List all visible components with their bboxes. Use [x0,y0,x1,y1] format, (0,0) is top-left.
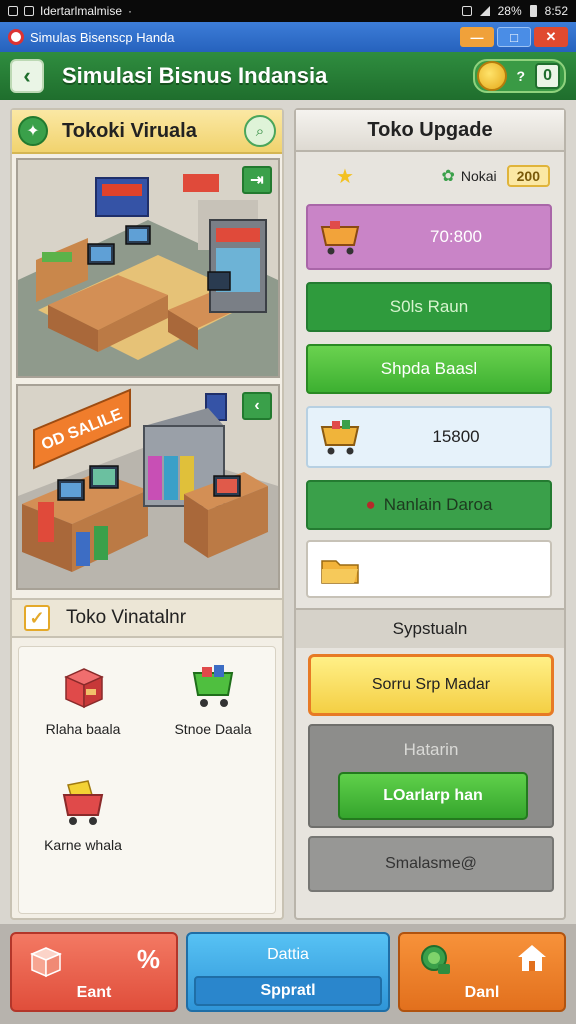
nav-button-right[interactable]: Danl [398,932,566,1012]
page-title: Simulasi Bisnus Indansia [62,63,328,88]
upgrade-row-label: Shpda Baasl [380,359,478,378]
secondary-button[interactable]: Smalasme@ [308,836,554,892]
coin-icon [476,61,507,91]
panel-action-button[interactable]: LOarlarp han [338,772,528,820]
basket-icon [62,780,104,825]
category-item[interactable]: Stnoe Daala [153,661,273,737]
status-left: Idertarlmalmise · [8,4,132,18]
nav-center-label: Sppratl [260,982,316,999]
upgrade-row-folder[interactable] [306,540,552,598]
grid-icon [24,6,34,16]
upgrade-row-value: 15800 [432,427,480,446]
signal-icon [479,6,490,16]
home-icon [518,945,546,971]
store-scene-1[interactable]: ⇥ [16,158,280,378]
disabled-panel: Hatarin LOarlarp han [308,724,554,828]
pin-icon: ● [365,495,376,514]
upgrade-row-label: S0ls Raun [389,297,469,316]
cart-icon [320,221,360,255]
search-icon[interactable]: ⌕ [244,115,276,147]
upgrade-row-button[interactable]: Shpda Baasl [306,344,552,394]
virtual-store-title: Tokoki Viruala [62,119,197,142]
status-dot: · [128,4,133,18]
battery-icon [529,5,537,17]
nav-button-left[interactable]: % Eant [10,932,178,1012]
battery-percent: 28% [497,4,522,18]
upgrade-row-text: Nanlain Daroa [383,495,493,514]
folder-icon [321,560,359,584]
status-right: 28% 8:52 [461,4,568,18]
box-icon [64,668,104,709]
window-controls: — □ ✕ [460,27,568,47]
stat-value: 200 [506,165,550,187]
notification-icon [8,6,18,16]
upgrade-store-title: Toko Upgade [296,110,564,152]
nav-left-label: Eant [76,984,112,1001]
virtual-store-panel: ✦ Tokoki Viruala ⌕ ⇥ OD SALILE ‹ ✓ Toko … [10,108,284,920]
close-button[interactable]: ✕ [534,27,568,47]
gem-icon: ✿ [441,168,455,185]
virtual-store-header: ✦ Tokoki Viruala ⌕ [12,110,282,154]
scene-1-expand-button[interactable]: ⇥ [242,166,272,194]
window-title: Simulas Bisenscp Handa [30,29,175,45]
store-category-title: Toko Vinatalnr [66,607,187,628]
category-label: Stnoe Daala [174,721,252,737]
status-time: 8:52 [544,4,568,18]
settings-icon [461,6,472,16]
star-icon: ★ [336,165,354,188]
star-badge-icon[interactable]: ✦ [18,116,48,146]
back-button[interactable]: ‹ [10,59,44,93]
upgrade-row-cart[interactable]: 15800 [306,406,552,468]
status-text: Idertarlmalmise [40,4,123,18]
store-category-header: ✓ Toko Vinatalnr [12,598,282,638]
scene-2-back-button[interactable]: ‹ [242,392,272,420]
coin-value: 0 [535,63,560,89]
store-scene-1-illustration [18,160,278,376]
nav-center-top-label: Dattia [267,946,309,963]
category-grid: Rlaha baala Stnoe Daala Karne whala [18,646,276,914]
upgrade-row-button[interactable]: ● Nanlain Daroa [306,480,552,530]
upgrade-stats: ★ ✿ Nokai 200 [296,154,564,198]
maximize-button[interactable]: □ [497,27,531,47]
cart-icon [320,420,360,455]
main-content: ✦ Tokoki Viruala ⌕ ⇥ OD SALILE ‹ ✓ Toko … [0,100,576,924]
cart-icon [192,665,234,707]
upgrade-section-title: Sypstualn [296,608,564,648]
checkbox-icon[interactable]: ✓ [24,605,50,631]
store-scene-2-illustration: OD SALILE [18,386,278,588]
disabled-panel-title: Hatarin [403,740,459,759]
upgrade-row-button[interactable]: S0ls Raun [306,282,552,332]
box-icon [30,947,62,978]
coin-help[interactable]: ? [511,68,532,84]
app-header: ‹ Simulasi Bisnus Indansia ? 0 [0,52,576,100]
coin-balance[interactable]: ? 0 [472,59,566,93]
category-label: Rlaha baala [45,721,121,737]
primary-action-button[interactable]: Sorru Srp Madar [308,654,554,716]
upgrade-row-value: 70:800 [430,227,482,246]
minimize-button[interactable]: — [460,27,494,47]
nav-center-bar[interactable]: Sppratl [194,976,382,1006]
category-item[interactable]: Karne whala [23,777,143,853]
status-bar: Idertarlmalmise · 28% 8:52 [0,0,576,22]
category-label: Karne whala [44,837,122,853]
stat-label: Nokai [460,168,497,184]
window-title-bar: Simulas Bisenscp Handa — □ ✕ [0,22,576,52]
upgrade-row-label: ● Nanlain Daroa [308,495,550,515]
app-icon [8,29,24,45]
nav-button-center[interactable]: Dattia Sppratl [186,932,390,1012]
category-item[interactable]: Rlaha baala [23,661,143,737]
nav-right-label: Danl [464,984,500,1001]
upgrade-row-cart[interactable]: 70:800 [306,204,552,270]
percent-icon: % [136,944,160,974]
bottom-navigation: % Eant Dattia Sppratl Danl [0,924,576,1024]
upgrade-store-panel: Toko Upgade ★ ✿ Nokai 200 70:800 S0ls Ra… [294,108,566,920]
coin-stack-icon [421,945,450,974]
store-scene-2[interactable]: OD SALILE ‹ [16,384,280,590]
